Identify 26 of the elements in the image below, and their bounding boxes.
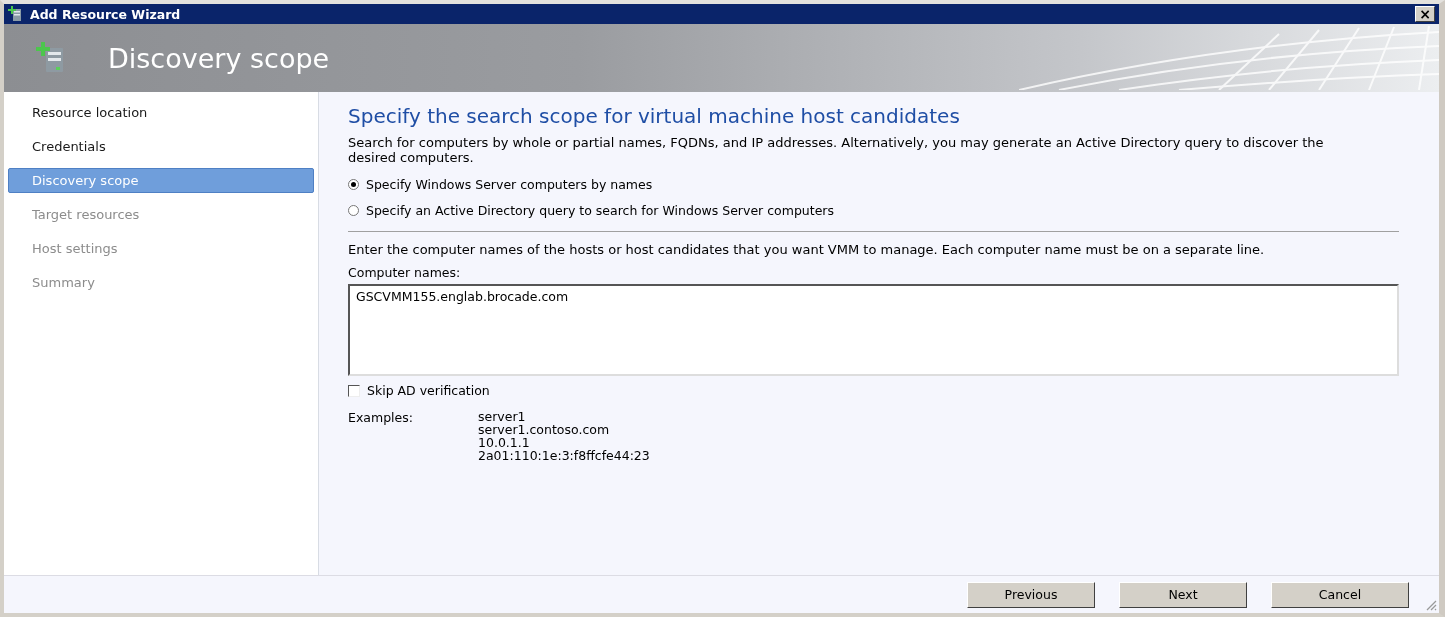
instructions-text: Enter the computer names of the hosts or host candidates that you want VMM to manage. Each computer name must be on a separate line.: [348, 242, 1266, 257]
computer-names-field[interactable]: GSCVMM155.englab.brocade.com: [348, 284, 1399, 376]
resize-grip-icon[interactable]: [1425, 599, 1437, 611]
page-title: Discovery scope: [108, 42, 330, 74]
server-add-icon: [8, 6, 24, 22]
window-title: Add Resource Wizard: [30, 6, 182, 22]
checkbox-label[interactable]: Skip AD verification: [367, 383, 490, 398]
wizard-button[interactable]: Next: [1119, 581, 1247, 608]
close-button[interactable]: ×: [1415, 6, 1435, 22]
checkbox[interactable]: [348, 384, 360, 397]
section-heading: Specify the search scope for virtual machine host candidates: [348, 104, 961, 128]
description-text: Search for computers by whole or partial names, FQDNs, and IP addresses. Alternatively, you may generate an Active Directory query to discover the desired computers.: [348, 135, 1325, 165]
examples-label: Examples:: [348, 410, 414, 427]
radio-button[interactable]: [348, 178, 359, 190]
option-label[interactable]: Specify an Active Directory query to search for Windows Server computers: [366, 202, 834, 218]
radio-button[interactable]: [348, 204, 359, 216]
field-label: Computer names:: [348, 265, 462, 280]
wizard-button[interactable]: Previous: [967, 581, 1095, 608]
wizard-button[interactable]: Cancel: [1271, 581, 1409, 608]
example-text: server1: [478, 410, 527, 423]
option-label[interactable]: Specify Windows Server computers by names: [366, 176, 653, 192]
wizard-step[interactable]: Credentials: [8, 134, 314, 159]
example-text: 2a01:110:1e:3:f8ffcfe44:23: [478, 449, 650, 462]
example-text: 10.0.1.1: [478, 436, 531, 449]
example-text: server1.contoso.com: [478, 423, 611, 436]
wizard-step[interactable]: Resource location: [8, 100, 314, 125]
